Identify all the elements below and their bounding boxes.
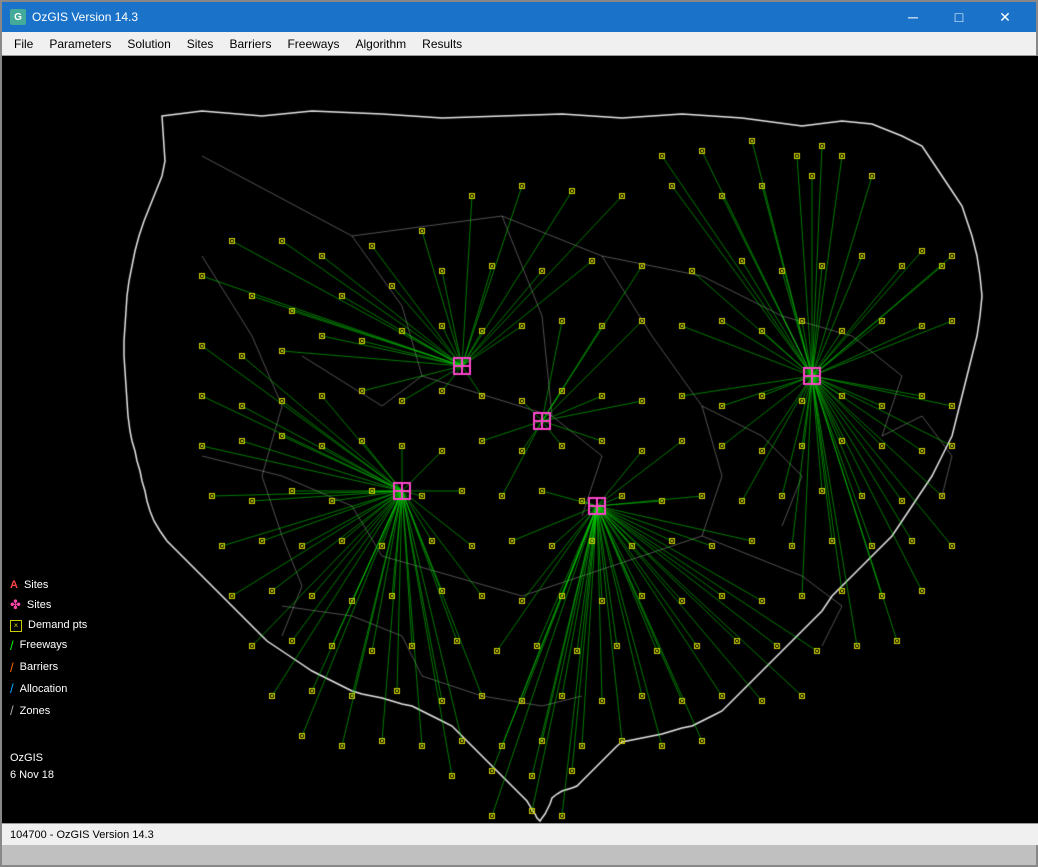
status-bar: 104700 - OzGIS Version 14.3 [2,823,1038,845]
menu-file[interactable]: File [6,33,41,55]
menu-solution[interactable]: Solution [119,33,178,55]
legend-zones-icon: / [10,701,14,722]
legend-item-sites-a: A Sites [10,577,87,595]
legend-demand-label: Demand pts [28,617,87,635]
legend-allocation-label: Allocation [20,681,68,699]
map-canvas [2,56,1038,823]
menu-parameters[interactable]: Parameters [41,33,119,55]
legend-item-demand: × Demand pts [10,617,87,635]
legend-barriers-icon: / [10,658,14,679]
menu-freeways[interactable]: Freeways [279,33,347,55]
maximize-button[interactable]: □ [936,2,982,32]
legend-freeways-label: Freeways [20,637,68,655]
legend-sites-a-icon: A [10,577,18,595]
legend-sites-a-label: Sites [24,577,48,595]
legend-barriers-label: Barriers [20,659,59,677]
legend-item-sites-cross: ✤ Sites [10,595,87,616]
status-text: 104700 - OzGIS Version 14.3 [10,829,154,841]
legend-sites-cross-icon: ✤ [10,595,21,616]
info-line1: OzGIS [10,750,54,767]
legend-allocation-icon: / [10,679,14,700]
menu-barriers[interactable]: Barriers [221,33,279,55]
menu-sites[interactable]: Sites [179,33,222,55]
legend-item-allocation: / Allocation [10,679,87,700]
app-icon: G [10,9,26,25]
minimize-button[interactable]: ─ [890,2,936,32]
legend-sites-cross-label: Sites [27,597,51,615]
window-title: OzGIS Version 14.3 [32,10,138,24]
legend-item-zones: / Zones [10,701,87,722]
close-button[interactable]: ✕ [982,2,1028,32]
title-bar: G OzGIS Version 14.3 ─ □ ✕ [2,2,1036,32]
legend: A Sites ✤ Sites × Demand pts / Freeways … [10,577,87,723]
window-controls: ─ □ ✕ [890,2,1028,32]
menu-bar: File Parameters Solution Sites Barriers … [2,32,1036,56]
legend-demand-icon: × [10,620,22,632]
map-area: A Sites ✤ Sites × Demand pts / Freeways … [2,56,1038,823]
info-bar: OzGIS 6 Nov 18 [10,750,54,783]
legend-zones-label: Zones [20,703,51,721]
menu-algorithm[interactable]: Algorithm [347,33,414,55]
legend-item-freeways: / Freeways [10,636,87,657]
legend-item-barriers: / Barriers [10,658,87,679]
info-line2: 6 Nov 18 [10,767,54,784]
legend-freeways-icon: / [10,636,14,657]
menu-results[interactable]: Results [414,33,470,55]
